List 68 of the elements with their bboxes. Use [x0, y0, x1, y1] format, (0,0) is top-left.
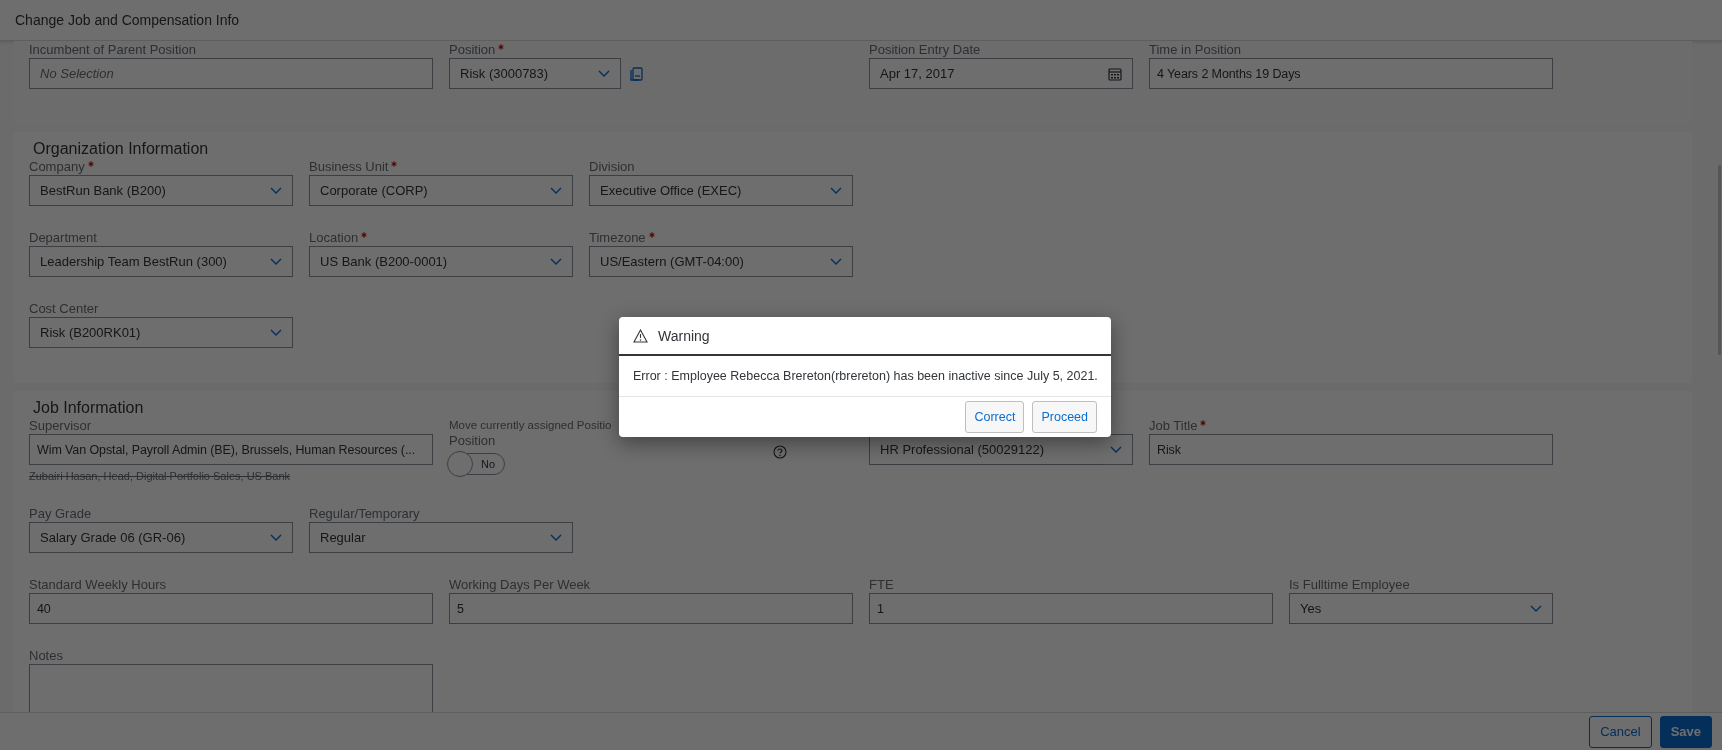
select-field[interactable]: US/Eastern (GMT-04:00) [589, 246, 853, 277]
chevron-down-icon [550, 186, 562, 195]
field-label: Position [449, 434, 496, 448]
chevron-down-icon [1110, 445, 1122, 454]
select-field[interactable]: Executive Office (EXEC) [589, 175, 853, 206]
field-label: Position Entry Date [869, 41, 981, 58]
select-field[interactable]: Yes [1289, 593, 1553, 624]
chevron-down-icon [1530, 604, 1542, 613]
field-label: Company [29, 158, 85, 175]
chevron-down-icon [550, 257, 562, 266]
field-label: Timezone [589, 229, 646, 246]
field-label: Supervisor [29, 417, 92, 434]
field-label: Position [449, 41, 496, 58]
text-field[interactable]: 1 [869, 593, 1273, 624]
calendar-icon[interactable] [1108, 66, 1122, 81]
select-field[interactable]: Risk (3000783) [449, 58, 621, 89]
chevron-down-icon [270, 533, 282, 542]
select-field[interactable]: US Bank (B200-0001) [309, 246, 573, 277]
field-label: FTE [869, 576, 894, 593]
field-label: Pay Grade [29, 505, 92, 522]
section-heading: Organization Information [32, 139, 210, 158]
save-button[interactable]: Save [1659, 715, 1712, 748]
window-title: Change Job and Compensation Info [15, 12, 240, 28]
field-label: Business Unit [309, 158, 389, 175]
cancel-button[interactable]: Cancel [1589, 715, 1652, 748]
select-field[interactable]: Leadership Team BestRun (300) [29, 246, 293, 277]
chevron-down-icon [598, 69, 610, 78]
field-label: Standard Weekly Hours [29, 576, 167, 593]
field-label: Location [309, 229, 359, 246]
chevron-down-icon [830, 257, 842, 266]
field-label: Job Title [1149, 417, 1198, 434]
dialog-button[interactable]: Correct [965, 401, 1025, 433]
help-icon[interactable] [773, 445, 787, 459]
field-label: Incumbent of Parent Position [29, 41, 196, 58]
text-field[interactable]: 40 [29, 593, 433, 624]
chevron-down-icon [270, 328, 282, 337]
text-field[interactable]: 5 [449, 593, 853, 624]
select-field[interactable]: Salary Grade 06 (GR-06) [29, 522, 293, 553]
previous-value: Zubairi Hasan, Head, Digital Portfolio Sales, US Bank [29, 470, 292, 482]
text-field[interactable]: Wim Van Opstal, Payroll Admin (BE), Brussels, Human Resources (... [29, 434, 433, 465]
field-label: Is Fulltime Employee [1289, 576, 1410, 593]
field-label: Cost Center [29, 300, 99, 317]
select-field[interactable]: Risk (B200RK01) [29, 317, 293, 348]
chevron-down-icon [270, 257, 282, 266]
chevron-down-icon [830, 186, 842, 195]
date-field[interactable]: Apr 17, 2017 [869, 58, 1133, 89]
select-field[interactable]: BestRun Bank (B200) [29, 175, 293, 206]
text-field[interactable]: 4 Years 2 Months 19 Days [1149, 58, 1553, 89]
dialog-button[interactable]: Proceed [1032, 401, 1097, 433]
dialog-message: Error : Employee Rebecca Brereton(rbrereton) has been inactive since July 5, 2021. [619, 356, 1111, 397]
section-heading: Job Information [32, 398, 145, 417]
select-field[interactable]: Regular [309, 522, 573, 553]
field-label: Working Days Per Week [449, 576, 591, 593]
chevron-down-icon [550, 533, 562, 542]
field-label: Notes [29, 647, 63, 664]
text-field[interactable]: Risk [1149, 434, 1553, 465]
field-label: Regular/Temporary [309, 505, 420, 522]
warning-icon [633, 328, 648, 343]
select-field[interactable]: Corporate (CORP) [309, 175, 573, 206]
field-label: Division [589, 158, 635, 175]
field-label: Time in Position [1149, 41, 1241, 58]
toggle-switch[interactable]: No [449, 453, 505, 475]
dialog-title: Warning [658, 327, 710, 344]
copy-icon[interactable] [630, 66, 643, 81]
text-field[interactable]: No Selection [29, 58, 433, 89]
field-label: Department [29, 229, 97, 246]
field-label: Move currently assigned Positio [449, 418, 612, 433]
chevron-down-icon [270, 186, 282, 195]
